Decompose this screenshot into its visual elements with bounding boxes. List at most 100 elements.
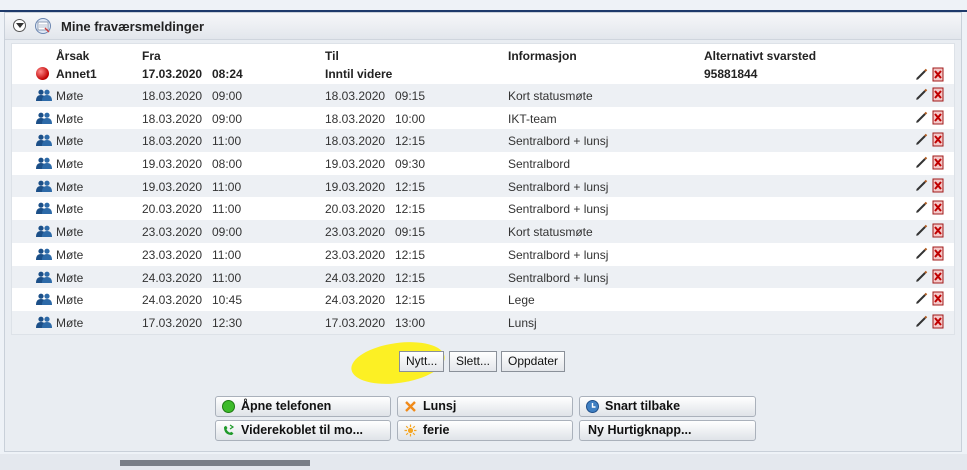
table-row[interactable]: Møte 19.03.2020 11:00 19.03.2020 12:15 Sentra… <box>12 174 954 198</box>
edit-icon[interactable] <box>915 270 928 283</box>
cell-to-date: 20.03.2020 <box>325 202 386 217</box>
cell-to-time: 12:15 <box>395 179 426 194</box>
meeting-people-icon <box>36 112 52 124</box>
quick-button-open-phone[interactable]: Åpne telefonen <box>215 396 391 417</box>
table-row[interactable]: Møte 19.03.2020 08:00 19.03.2020 09:30 Sentra… <box>12 152 954 175</box>
delete-button[interactable]: Slett... <box>449 351 498 372</box>
delete-icon[interactable] <box>931 66 945 82</box>
cell-info: Sentralbord + lunsj <box>508 134 609 149</box>
cell-to-time: 12:15 <box>395 270 426 285</box>
meeting-people-icon <box>36 248 52 260</box>
edit-icon[interactable] <box>915 292 928 305</box>
meeting-people-icon <box>36 134 52 147</box>
delete-icon[interactable] <box>931 313 945 329</box>
cell-to-date: 24.03.2020 <box>325 270 386 285</box>
edit-icon[interactable] <box>915 224 928 237</box>
table-row[interactable]: Møte 24.03.2020 11:00 24.03.2020 12:15 Sentra… <box>12 265 954 289</box>
meeting-people-icon <box>36 293 52 306</box>
scrollbar-thumb[interactable] <box>120 460 310 466</box>
cell-info: Sentralbord + lunsj <box>508 270 609 285</box>
cell-to-time: 09:15 <box>395 89 426 103</box>
quick-button-new-shortcut[interactable]: Ny Hurtigknapp... <box>579 420 756 441</box>
edit-icon[interactable] <box>915 315 928 328</box>
delete-icon[interactable] <box>931 222 945 238</box>
cell-to-date: 17.03.2020 <box>325 315 386 330</box>
edit-icon[interactable] <box>915 88 928 101</box>
new-button[interactable]: Nytt... <box>399 351 445 372</box>
table-row[interactable]: Møte 20.03.2020 11:00 20.03.2020 12:15 Sentra… <box>12 197 954 220</box>
collapse-toggle-icon[interactable] <box>13 19 26 32</box>
table-row[interactable]: Møte 23.03.2020 11:00 23.03.2020 12:15 Sentra… <box>12 243 954 266</box>
quick-button-lunch[interactable]: Lunsj <box>397 396 573 417</box>
delete-icon[interactable] <box>931 290 945 306</box>
quick-button-label: ferie <box>423 423 450 437</box>
refresh-button[interactable]: Oppdater <box>501 351 566 372</box>
absence-table: Årsak Fra Til Informasjon Alternativt sv… <box>11 43 955 335</box>
delete-icon[interactable] <box>931 131 945 147</box>
current-to: Inntil videre <box>325 67 393 81</box>
panel-header: Mine fraværsmeldinger <box>5 13 961 40</box>
current-alt-number: 95881844 <box>704 67 758 81</box>
quick-button-label: Åpne telefonen <box>241 399 332 413</box>
meeting-people-icon <box>36 203 52 215</box>
cell-from-time: 11:00 <box>212 134 242 149</box>
meeting-people-icon <box>36 271 52 283</box>
quick-button-forwarded[interactable]: Viderekoblet til mo... <box>215 420 391 441</box>
cell-to-date: 23.03.2020 <box>325 247 386 262</box>
current-from-time: 08:24 <box>212 67 243 81</box>
cell-info: Sentralbord + lunsj <box>508 179 609 194</box>
cell-from-date: 17.03.2020 <box>142 315 203 330</box>
edit-icon[interactable] <box>915 201 928 214</box>
sun-icon <box>404 424 417 437</box>
phone-forward-icon <box>224 424 235 435</box>
cell-to-time: 13:00 <box>395 315 426 330</box>
bottom-scrollbar[interactable] <box>0 454 967 470</box>
edit-icon[interactable] <box>915 133 928 146</box>
delete-icon[interactable] <box>931 268 945 284</box>
table-row[interactable]: Møte 18.03.2020 11:00 18.03.2020 12:15 Sentra… <box>12 129 954 153</box>
cell-from-time: 11:00 <box>212 179 242 194</box>
delete-icon[interactable] <box>931 199 945 215</box>
table-row[interactable]: Møte 18.03.2020 09:00 18.03.2020 09:15 Kort s… <box>12 84 954 107</box>
cell-from-date: 18.03.2020 <box>142 111 203 126</box>
table-row[interactable]: Møte 18.03.2020 09:00 18.03.2020 10:00 IKT-te… <box>12 107 954 130</box>
cell-info: Kort statusmøte <box>508 225 593 240</box>
table-row[interactable]: Møte 24.03.2020 10:45 24.03.2020 12:15 Lege <box>12 288 954 311</box>
cell-to-date: 19.03.2020 <box>325 179 386 194</box>
cell-from-time: 08:00 <box>212 157 243 172</box>
edit-icon[interactable] <box>915 68 928 81</box>
cell-from-date: 18.03.2020 <box>142 134 203 149</box>
cell-reason: Møte <box>56 247 84 262</box>
cell-to-date: 18.03.2020 <box>325 134 386 149</box>
table-row[interactable]: Møte 17.03.2020 12:30 17.03.2020 13:00 Lunsj <box>12 310 954 334</box>
delete-icon[interactable] <box>931 177 945 193</box>
delete-icon[interactable] <box>931 154 945 170</box>
delete-icon[interactable] <box>931 245 945 261</box>
delete-icon[interactable] <box>931 86 945 102</box>
quick-button-back-soon[interactable]: Snart tilbake <box>579 396 756 417</box>
absence-calendar-icon <box>35 18 51 34</box>
cell-to-time: 09:30 <box>395 157 426 172</box>
cell-from-date: 23.03.2020 <box>142 225 203 240</box>
edit-icon[interactable] <box>915 247 928 260</box>
cell-to-time: 12:15 <box>395 247 426 262</box>
cell-reason: Møte <box>56 225 84 240</box>
cell-from-time: 09:00 <box>212 225 243 240</box>
absence-panel: Mine fraværsmeldinger Årsak Fra Til Info… <box>4 12 962 452</box>
current-absence-row[interactable]: Annet1 17.03.2020 08:24 Inntil videre 95… <box>12 64 954 84</box>
column-header-to: Til <box>325 49 339 63</box>
edit-icon[interactable] <box>915 156 928 169</box>
delete-icon[interactable] <box>931 109 945 125</box>
edit-icon[interactable] <box>915 111 928 124</box>
table-row[interactable]: Møte 23.03.2020 09:00 23.03.2020 09:15 Kort s… <box>12 220 954 243</box>
meeting-people-icon <box>36 89 52 101</box>
cell-from-date: 23.03.2020 <box>142 247 203 262</box>
cell-from-date: 19.03.2020 <box>142 157 203 172</box>
quick-button-vacation[interactable]: ferie <box>397 420 573 441</box>
cell-reason: Møte <box>56 157 84 172</box>
cell-reason: Møte <box>56 270 84 285</box>
cell-from-date: 20.03.2020 <box>142 202 203 217</box>
cell-from-time: 11:00 <box>212 270 242 285</box>
edit-icon[interactable] <box>915 179 928 192</box>
cell-from-date: 19.03.2020 <box>142 179 203 194</box>
